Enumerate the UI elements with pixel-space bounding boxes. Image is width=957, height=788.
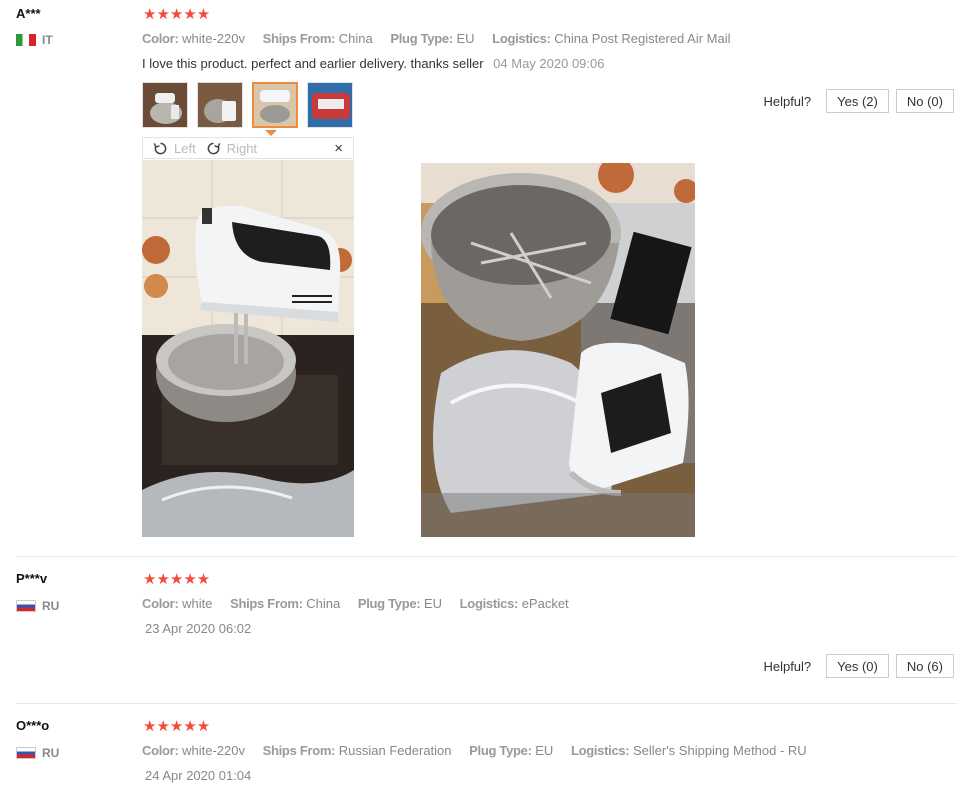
- prop-key: Ships From:: [262, 31, 336, 46]
- prop-key: Color:: [142, 743, 179, 758]
- bowl-photo-image: [421, 163, 695, 537]
- country-code: IT: [42, 33, 53, 47]
- review-photo[interactable]: [421, 163, 695, 537]
- order-properties: Color: white-220v Ships From: China Plug…: [142, 31, 745, 46]
- photo-thumbnails: [142, 82, 362, 128]
- rotate-left-icon: [153, 142, 167, 154]
- prop-key: Color:: [142, 31, 179, 46]
- star-rating: ★★★★★: [143, 571, 211, 588]
- prop-value: EU: [535, 743, 554, 758]
- photo-thumbnail[interactable]: [142, 82, 188, 128]
- review-divider: [16, 556, 957, 557]
- review-date: 24 Apr 2020 01:04: [145, 768, 252, 783]
- helpful-yes-button[interactable]: Yes (0): [826, 654, 889, 678]
- order-properties: Color: white Ships From: China Plug Type…: [142, 596, 583, 611]
- review-date: 04 May 2020 09:06: [493, 56, 605, 71]
- russia-flag-icon: [16, 747, 36, 759]
- russia-flag-icon: [16, 600, 36, 612]
- reviewer-country: RU: [16, 746, 59, 760]
- reviewer-name: P***v: [16, 571, 48, 586]
- prop-key: Plug Type:: [469, 743, 532, 758]
- helpful-no-button[interactable]: No (6): [895, 654, 954, 678]
- prop-key: Logistics:: [570, 743, 630, 758]
- helpful-vote: Helpful? Yes (0) No (6): [763, 654, 954, 678]
- prop-value: white-220v: [182, 743, 245, 758]
- prop-key: Ships From:: [262, 743, 336, 758]
- country-code: RU: [42, 746, 60, 760]
- prop-value: China Post Registered Air Mail: [554, 31, 731, 46]
- prop-key: Plug Type:: [357, 596, 421, 611]
- italy-flag-icon: [16, 34, 36, 46]
- star-rating: ★★★★★: [143, 718, 211, 735]
- helpful-no-button[interactable]: No (0): [895, 89, 954, 113]
- prop-value: China: [338, 31, 373, 46]
- photo-thumbnail-active[interactable]: [252, 82, 298, 128]
- close-viewer-button[interactable]: ×: [334, 140, 343, 157]
- rotate-right-label: Right: [226, 140, 258, 156]
- image-viewer-toolbar: Left Right ×: [142, 137, 354, 159]
- prop-value: EU: [456, 31, 475, 46]
- helpful-vote: Helpful? Yes (2) No (0): [763, 89, 954, 113]
- prop-value: China: [306, 596, 341, 611]
- mixer-photo-image: [142, 160, 354, 537]
- prop-value: Seller's Shipping Method - RU: [632, 743, 807, 758]
- prop-key: Logistics:: [459, 596, 519, 611]
- prop-value: white: [182, 596, 213, 611]
- prop-key: Plug Type:: [390, 31, 453, 46]
- prop-value: white-220v: [182, 31, 245, 46]
- review-photo[interactable]: [142, 160, 354, 537]
- prop-value: EU: [423, 596, 443, 611]
- order-properties: Color: white-220v Ships From: Russian Fe…: [142, 743, 821, 758]
- review-divider: [16, 703, 957, 704]
- prop-value: Russian Federation: [338, 743, 452, 758]
- helpful-label: Helpful?: [763, 658, 812, 674]
- country-code: RU: [42, 599, 60, 613]
- prop-value: ePacket: [521, 596, 569, 611]
- star-rating: ★★★★★: [143, 6, 211, 23]
- reviewer-country: IT: [16, 33, 53, 47]
- photo-thumbnail[interactable]: [307, 82, 353, 128]
- prop-key: Logistics:: [492, 31, 551, 46]
- photo-thumbnail[interactable]: [197, 82, 243, 128]
- prop-key: Color:: [142, 596, 179, 611]
- review-date: 23 Apr 2020 06:02: [145, 621, 252, 636]
- active-thumbnail-caret: [265, 130, 277, 136]
- helpful-label: Helpful?: [763, 93, 812, 109]
- reviewer-country: RU: [16, 599, 59, 613]
- rotate-right-button[interactable]: Right: [206, 141, 257, 156]
- rotate-left-button[interactable]: Left: [153, 141, 196, 156]
- rotate-left-label: Left: [174, 140, 196, 156]
- review-text: I love this product. perfect and earlier…: [142, 56, 604, 71]
- rotate-right-icon: [207, 142, 220, 154]
- prop-key: Ships From:: [230, 596, 303, 611]
- reviewer-name: O***o: [16, 718, 50, 733]
- helpful-yes-button[interactable]: Yes (2): [826, 89, 889, 113]
- review-body: I love this product. perfect and earlier…: [142, 56, 484, 71]
- reviewer-name: A***: [16, 6, 41, 21]
